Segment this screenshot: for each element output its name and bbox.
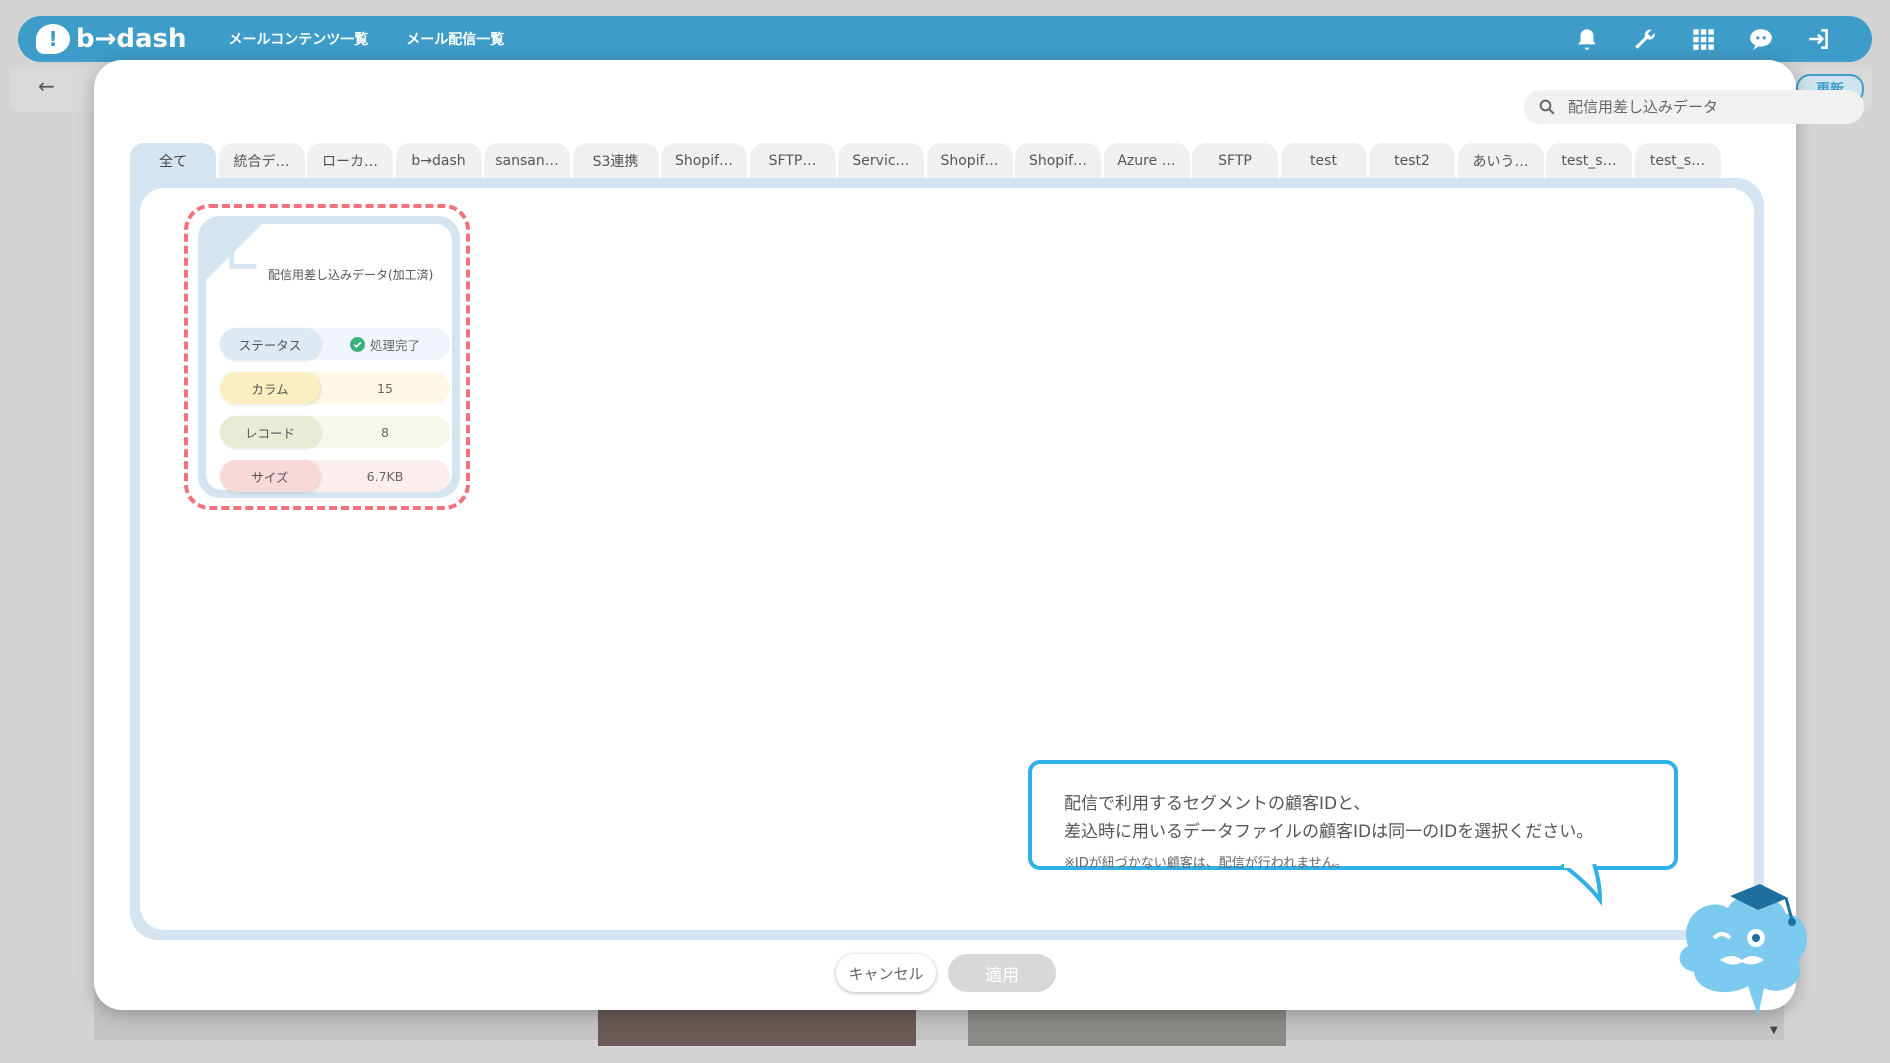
search-box[interactable] [1524,90,1864,124]
data-card[interactable]: 配信用差し込みデータ(加工済) ステータス 処理完了 カラム 15 レコード 8… [198,216,460,498]
bdash-logo[interactable]: ! b→dash [36,24,187,54]
stat-value: 6.7KB [366,468,404,484]
search-icon [1539,99,1555,115]
source-tabs: 全て 統合デ… ローカ… b→dash sansan… S3連携 Shopif… SFTP… S… [130,143,1723,179]
tab-17[interactable]: test_s… [1634,143,1721,179]
tab-3[interactable]: b→dash [395,143,482,179]
nav-mail-delivery[interactable]: メール配信一覧 [406,29,504,49]
tab-1[interactable]: 統合デ… [218,143,305,179]
tab-6[interactable]: Shopif… [661,143,747,179]
app-header: ! b→dash メールコンテンツ一覧 メール配信一覧 [18,16,1872,62]
tab-2[interactable]: ローカ… [307,143,393,179]
status-value: 処理完了 [369,337,420,353]
stat-row-status: ステータス 処理完了 [220,328,450,360]
header-icons [1574,16,1832,62]
background-image [598,1010,916,1046]
background-image [968,1010,1286,1046]
tab-7[interactable]: SFTP… [749,143,836,179]
stat-row-size: サイズ 6.7KB [220,460,450,492]
guidance-bubble: 配信で利用するセグメントの顧客IDと、 差込時に用いるデータファイルの顧客IDは… [1028,760,1678,871]
nav-mail-contents[interactable]: メールコンテンツ一覧 [229,29,369,49]
stat-key: ステータス [220,328,320,360]
bell-icon[interactable] [1574,26,1600,52]
scroll-down-icon[interactable]: ▼ [1770,1025,1778,1036]
tab-10[interactable]: Shopif… [1015,143,1101,179]
stat-row-records: レコード 8 [220,416,450,448]
search-input[interactable] [1566,97,1850,117]
stat-key: レコード [220,416,320,448]
chat-icon[interactable] [1748,26,1774,52]
tab-15[interactable]: あいう… [1457,143,1544,179]
stat-key: カラム [220,372,320,404]
bubble-line-1: 配信で利用するセグメントの顧客IDと、 [1064,794,1371,814]
back-arrow-icon[interactable]: ← [38,74,55,98]
tab-5[interactable]: S3連携 [572,143,659,179]
tab-16[interactable]: test_s… [1546,143,1632,179]
stat-row-columns: カラム 15 [220,372,450,404]
document-icon [229,241,257,269]
tab-9[interactable]: Shopif… [926,143,1013,179]
tab-11[interactable]: Azure … [1103,143,1190,179]
logo-mark: ! [36,24,70,54]
logout-icon[interactable] [1806,26,1832,52]
tab-8[interactable]: Servic… [838,143,924,179]
mascot-icon[interactable] [1668,876,1818,1026]
bubble-tail [1560,864,1603,906]
logo-text: b→dash [76,24,187,54]
stat-value: 15 [377,380,393,396]
grid-icon[interactable] [1690,26,1716,52]
card-title: 配信用差し込みデータ(加工済) [268,268,434,282]
check-circle-icon [349,336,365,352]
stat-key: サイズ [220,460,320,492]
stat-value: 処理完了 [320,335,450,354]
tab-14[interactable]: test2 [1369,143,1455,179]
tab-13[interactable]: test [1280,143,1367,179]
bubble-line-2: 差込時に用いるデータファイルの顧客IDは同一のIDを選択ください。 [1064,822,1594,842]
apply-button[interactable]: 適用 [948,954,1056,992]
cancel-button[interactable]: キャンセル [836,954,936,992]
tab-12[interactable]: SFTP [1192,143,1278,179]
data-card-body: 配信用差し込みデータ(加工済) ステータス 処理完了 カラム 15 レコード 8… [206,224,452,492]
stat-value: 8 [381,424,389,440]
bubble-note: ※IDが紐づかない顧客は、配信が行われません。 [1064,856,1348,871]
wrench-icon[interactable] [1632,26,1658,52]
tab-4[interactable]: sansan… [484,143,570,179]
tab-0[interactable]: 全て [130,143,216,179]
